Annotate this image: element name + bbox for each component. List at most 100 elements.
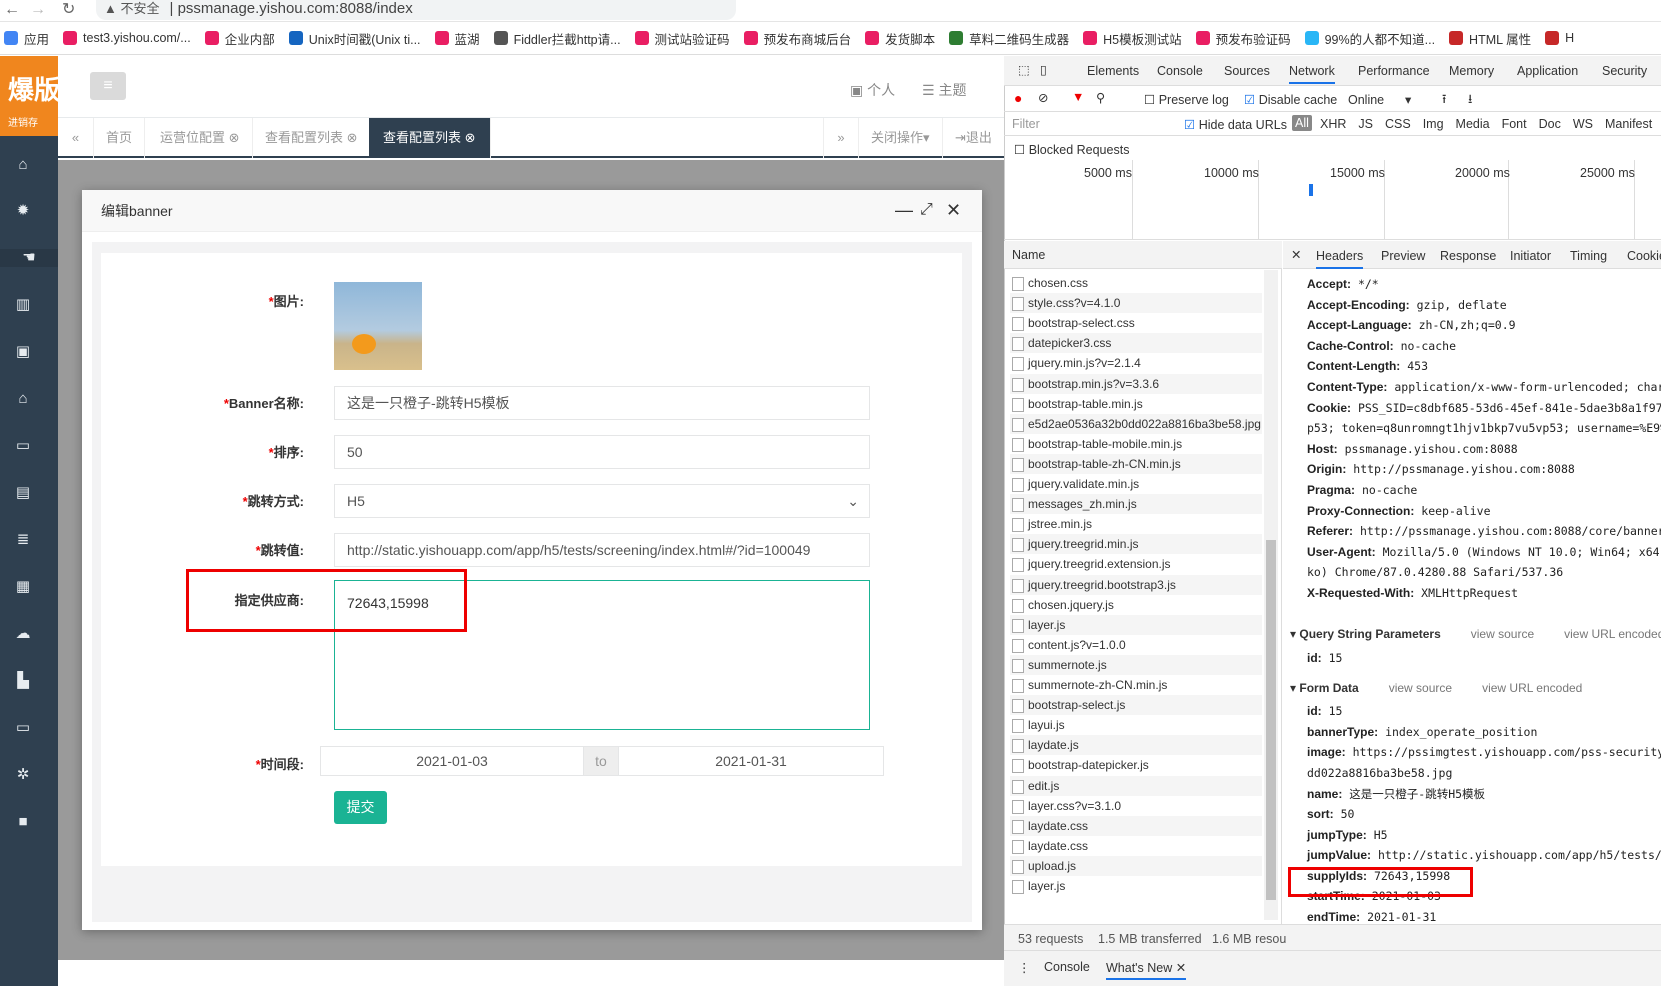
maximize-icon[interactable]: ⤢	[920, 200, 933, 220]
request-row[interactable]: e5d2ae0536a32b0dd022a8816ba3be58.jpg	[1010, 413, 1262, 434]
building-icon[interactable]: ▙	[12, 672, 34, 690]
devtools-tab-console[interactable]: Console	[1157, 64, 1203, 78]
type-filter-img[interactable]: Img	[1423, 117, 1444, 131]
close-detail-icon[interactable]: ✕	[1291, 247, 1301, 262]
throttle-select[interactable]: Online ▾	[1348, 92, 1411, 107]
request-row[interactable]: bootstrap-datepicker.js	[1010, 755, 1262, 776]
search-icon[interactable]: ⚲	[1096, 90, 1105, 105]
request-row[interactable]: laydate.css	[1010, 835, 1262, 856]
bookmark-item[interactable]: 99%的人都不知道...	[1304, 29, 1435, 48]
type-filter-manifest[interactable]: Manifest	[1605, 117, 1652, 131]
end-date-input[interactable]: 2021-01-31	[618, 746, 884, 776]
bookmark-item[interactable]: 应用	[4, 29, 49, 48]
cloud-icon[interactable]: ☁	[12, 625, 34, 643]
bookmark-item[interactable]: 蓝湖	[434, 29, 480, 48]
theme-link[interactable]: ☰ 主题	[922, 80, 966, 100]
request-row[interactable]: layui.js	[1010, 715, 1262, 736]
jump-type-select[interactable]: H5 ⌄	[334, 484, 870, 518]
type-filter-css[interactable]: CSS	[1385, 117, 1411, 131]
drawer-menu-icon[interactable]: ⋮	[1018, 960, 1031, 975]
detail-tab-headers[interactable]: Headers	[1316, 249, 1364, 269]
gear-icon[interactable]: ✹	[12, 202, 34, 220]
bookmark-item[interactable]: H5模板测试站	[1083, 29, 1182, 48]
bank-icon[interactable]: ⌂	[12, 390, 34, 408]
request-row[interactable]: layer.js	[1010, 876, 1262, 896]
sort-input[interactable]: 50	[334, 435, 870, 469]
request-row[interactable]: summernote.js	[1010, 654, 1262, 675]
request-row[interactable]: edit.js	[1010, 775, 1262, 796]
clear-icon[interactable]: ⊘	[1038, 90, 1048, 105]
request-row[interactable]: jquery.treegrid.extension.js	[1010, 554, 1262, 575]
request-row[interactable]: messages_zh.min.js	[1010, 494, 1262, 515]
type-filter-media[interactable]: Media	[1456, 117, 1490, 131]
devtools-tab-elements[interactable]: Elements	[1087, 64, 1139, 78]
forward-icon[interactable]: →	[30, 0, 46, 20]
request-row[interactable]: laydate.js	[1010, 735, 1262, 756]
jump-value-input[interactable]: http://static.yishouapp.com/app/h5/tests…	[334, 533, 870, 567]
video-icon[interactable]: ■	[12, 813, 34, 831]
drawer-tab-whats-new[interactable]: What's New ✕	[1106, 960, 1187, 980]
blocked-requests-checkbox[interactable]: ☐ Blocked Requests	[1014, 142, 1129, 157]
request-row[interactable]: bootstrap-select.css	[1010, 313, 1262, 334]
cc-icon[interactable]: ▭	[12, 437, 34, 455]
import-icon[interactable]: ⭱	[1442, 90, 1446, 111]
request-row[interactable]: jquery.treegrid.bootstrap3.js	[1010, 574, 1262, 595]
bookmark-item[interactable]: 预发布验证码	[1195, 29, 1291, 48]
tabs-prev-icon[interactable]: «	[58, 118, 94, 158]
bookmark-item[interactable]: 企业内部	[204, 29, 275, 48]
request-row[interactable]: datepicker3.css	[1010, 333, 1262, 354]
filter-input[interactable]: Filter	[1012, 117, 1040, 131]
request-row[interactable]: layer.css?v=3.1.0	[1010, 795, 1262, 816]
filter-all-button[interactable]: All	[1292, 115, 1312, 131]
type-filter-ws[interactable]: WS	[1573, 117, 1593, 131]
type-filter-doc[interactable]: Doc	[1539, 117, 1561, 131]
tabs-next-icon[interactable]: »	[823, 118, 859, 158]
logout-link[interactable]: ⇥退出	[943, 118, 1004, 158]
bookmark-item[interactable]: HTML 属性	[1449, 29, 1531, 48]
home-icon[interactable]: ⌂	[12, 156, 34, 174]
devtools-tab-application[interactable]: Application	[1517, 64, 1578, 78]
calendar-icon[interactable]: ▦	[12, 578, 34, 596]
request-row[interactable]: bootstrap-select.js	[1010, 695, 1262, 716]
banner-name-input[interactable]: 这是一只橙子-跳转H5模板	[334, 386, 870, 420]
type-filter-font[interactable]: Font	[1502, 117, 1527, 131]
bookmark-item[interactable]: 测试站验证码	[634, 29, 730, 48]
devtools-tab-security[interactable]: Security	[1602, 64, 1647, 78]
bookmark-item[interactable]: Unix时间戳(Unix ti...	[288, 29, 421, 48]
tab-config-list-active[interactable]: 查看配置列表 ⊗	[369, 118, 491, 158]
inspect-icon[interactable]: ⬚	[1018, 62, 1030, 77]
reload-icon[interactable]: ↻	[62, 0, 75, 20]
tab-operate-config[interactable]: 运营位配置 ⊗	[148, 118, 253, 158]
type-filter-xhr[interactable]: XHR	[1320, 117, 1346, 131]
hide-data-urls-checkbox[interactable]: ☑ Hide data URLs	[1184, 117, 1287, 132]
devtools-tab-sources[interactable]: Sources	[1224, 64, 1270, 78]
disable-cache-checkbox[interactable]: ☑ Disable cache	[1244, 92, 1337, 107]
request-row[interactable]: upload.js	[1010, 855, 1262, 876]
personal-link[interactable]: ▣ 个人	[850, 80, 895, 100]
bookmark-item[interactable]: Fiddler拦截http请...	[493, 29, 621, 48]
hand-icon[interactable]: ☚	[0, 249, 58, 267]
devtools-tab-performance[interactable]: Performance	[1358, 64, 1430, 78]
tab-config-list[interactable]: 查看配置列表 ⊗	[253, 118, 371, 158]
form-data-section[interactable]: ▾ Form Data view source view URL encoded	[1290, 681, 1582, 695]
request-row[interactable]: bootstrap-table-mobile.min.js	[1010, 433, 1262, 454]
monitor-icon[interactable]: ▭	[12, 719, 34, 737]
contact-icon[interactable]: ▣	[12, 343, 34, 361]
type-filter-js[interactable]: JS	[1358, 117, 1373, 131]
minimize-icon[interactable]: —	[895, 200, 913, 220]
bookmark-item[interactable]: 发货脚本	[865, 29, 935, 48]
submit-button[interactable]: 提交	[334, 791, 387, 824]
detail-tab-timing[interactable]: Timing	[1570, 249, 1607, 263]
close-icon[interactable]: ✕	[946, 200, 961, 220]
request-row[interactable]: jquery.min.js?v=2.1.4	[1010, 353, 1262, 374]
request-row[interactable]: summernote-zh-CN.min.js	[1010, 675, 1262, 695]
close-ops-dropdown[interactable]: 关闭操作▾	[859, 118, 943, 158]
record-icon[interactable]: ●	[1014, 90, 1022, 106]
request-row[interactable]: layer.js	[1010, 614, 1262, 635]
name-column-header[interactable]: Name	[1004, 241, 1282, 269]
query-string-section[interactable]: ▾ Query String Parameters view source view…	[1290, 627, 1661, 641]
id-card-icon[interactable]: ▤	[12, 484, 34, 502]
bookmark-item[interactable]: test3.yishou.com/...	[63, 31, 191, 45]
menu-toggle-button[interactable]: ≡	[90, 72, 126, 100]
request-row[interactable]: chosen.jquery.js	[1010, 594, 1262, 615]
